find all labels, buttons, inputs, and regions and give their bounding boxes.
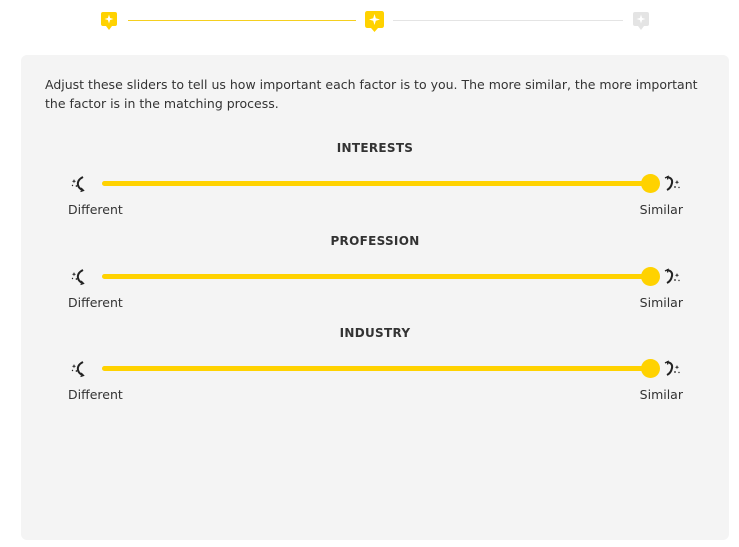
similar-label: Similar xyxy=(639,202,683,217)
similar-icon xyxy=(663,360,681,378)
similar-icon xyxy=(663,175,681,193)
different-label: Different xyxy=(68,295,123,310)
step-connector-1 xyxy=(128,20,356,21)
factor-profession: PROFESSION Different Similar xyxy=(21,234,729,324)
different-icon xyxy=(70,268,88,286)
similar-label: Similar xyxy=(639,295,683,310)
different-label: Different xyxy=(68,202,123,217)
slider-thumb[interactable] xyxy=(641,267,660,286)
different-label: Different xyxy=(68,387,123,402)
slider-thumb[interactable] xyxy=(641,359,660,378)
step-3-marker-icon[interactable] xyxy=(633,12,649,30)
factor-interests: INTERESTS Different Similar xyxy=(21,141,729,231)
factor-title: PROFESSION xyxy=(330,234,420,248)
factor-industry: INDUSTRY Different Similar xyxy=(21,326,729,416)
progress-stepper xyxy=(0,0,739,40)
similar-icon xyxy=(663,268,681,286)
intro-text: Adjust these sliders to tell us how impo… xyxy=(45,77,698,111)
slider-fill xyxy=(102,366,650,371)
factor-title: INTERESTS xyxy=(336,141,414,155)
profession-slider[interactable] xyxy=(102,267,660,286)
step-2-marker-icon[interactable] xyxy=(365,11,384,32)
different-icon xyxy=(70,360,88,378)
slider-thumb[interactable] xyxy=(641,174,660,193)
interests-slider[interactable] xyxy=(102,174,660,193)
slider-fill xyxy=(102,181,650,186)
preferences-card: Adjust these sliders to tell us how impo… xyxy=(21,55,729,540)
similar-label: Similar xyxy=(639,387,683,402)
industry-slider[interactable] xyxy=(102,359,660,378)
different-icon xyxy=(70,175,88,193)
step-connector-2 xyxy=(393,20,623,21)
factor-title: INDUSTRY xyxy=(339,326,411,340)
step-1-marker-icon[interactable] xyxy=(101,12,117,30)
slider-fill xyxy=(102,274,650,279)
